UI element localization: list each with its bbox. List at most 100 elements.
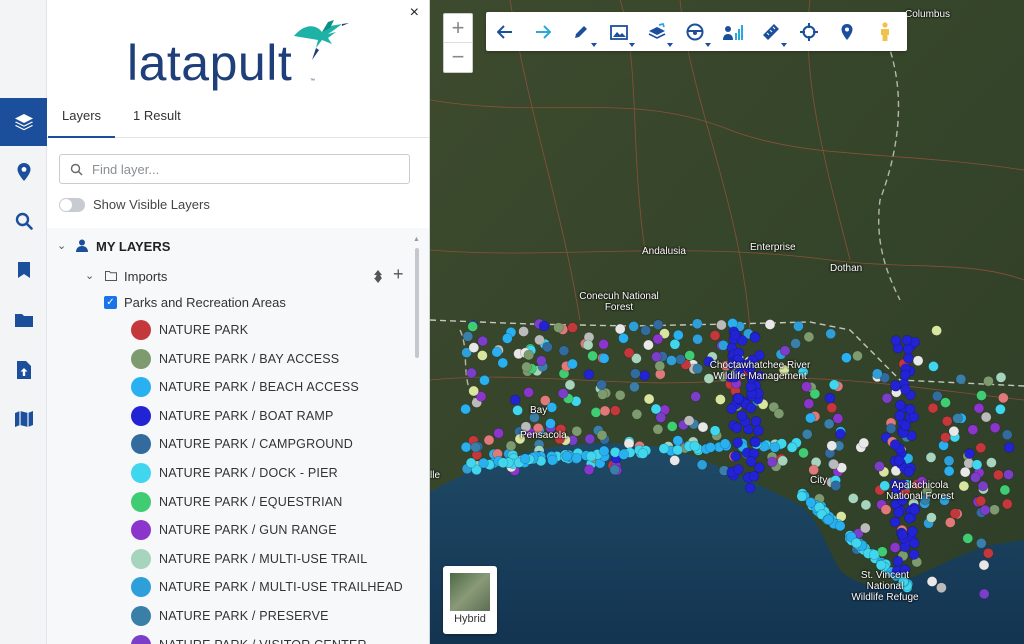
poi-marker[interactable] (651, 351, 662, 363)
poi-marker[interactable] (652, 333, 664, 345)
poi-marker[interactable] (478, 457, 489, 469)
poi-marker[interactable] (975, 537, 987, 549)
poi-marker[interactable] (948, 425, 960, 437)
poi-marker[interactable] (652, 319, 664, 331)
poi-marker[interactable] (992, 469, 1004, 481)
poi-marker[interactable] (744, 482, 756, 494)
poi-marker[interactable] (709, 330, 721, 341)
poi-marker[interactable] (585, 450, 597, 462)
poi-marker[interactable] (828, 458, 840, 470)
poi-marker[interactable] (583, 464, 595, 476)
poi-marker[interactable] (596, 429, 608, 441)
poi-marker[interactable] (696, 459, 708, 471)
poi-marker[interactable] (587, 350, 598, 362)
poi-marker[interactable] (769, 441, 781, 453)
layers-tool-button[interactable] (643, 19, 673, 47)
poi-marker[interactable] (462, 331, 474, 342)
poi-marker[interactable] (754, 462, 765, 474)
poi-marker[interactable] (658, 443, 670, 454)
poi-marker[interactable] (536, 355, 547, 367)
poi-marker[interactable] (796, 490, 808, 502)
poi-marker[interactable] (803, 398, 815, 410)
poi-marker[interactable] (623, 438, 635, 449)
poi-marker[interactable] (828, 379, 840, 391)
poi-marker[interactable] (497, 357, 509, 369)
poi-marker[interactable] (926, 512, 937, 523)
poi-marker[interactable] (716, 319, 727, 331)
drive-button[interactable] (681, 19, 711, 47)
poi-marker[interactable] (975, 442, 987, 454)
poi-marker[interactable] (793, 320, 804, 332)
poi-marker[interactable] (509, 394, 521, 406)
poi-marker[interactable] (858, 437, 870, 449)
add-icon[interactable]: + (393, 264, 404, 285)
poi-marker[interactable] (666, 421, 678, 432)
poi-marker[interactable] (705, 442, 716, 453)
poi-marker[interactable] (672, 435, 684, 446)
nav-search[interactable] (0, 197, 47, 245)
poi-marker[interactable] (692, 363, 704, 375)
poi-marker[interactable] (982, 547, 994, 559)
poi-marker[interactable] (571, 452, 583, 464)
nav-location[interactable] (0, 148, 47, 196)
poi-marker[interactable] (558, 345, 570, 357)
draw-button[interactable] (567, 19, 597, 47)
poi-marker[interactable] (989, 422, 1001, 434)
poi-marker[interactable] (726, 403, 738, 415)
poi-marker[interactable] (943, 455, 955, 467)
imports-folder-row[interactable]: ⌄ Imports ▲ + (47, 264, 417, 290)
poi-marker[interactable] (753, 425, 764, 437)
poi-marker[interactable] (567, 322, 578, 333)
poi-marker[interactable] (889, 439, 901, 450)
poi-marker[interactable] (997, 392, 1009, 404)
poi-marker[interactable] (931, 390, 943, 402)
poi-marker[interactable] (736, 410, 748, 422)
poi-marker[interactable] (557, 388, 569, 399)
poi-marker[interactable] (547, 454, 558, 466)
poi-marker[interactable] (553, 322, 564, 333)
poi-marker[interactable] (830, 480, 842, 492)
poi-marker[interactable] (773, 408, 785, 419)
poi-marker[interactable] (709, 425, 721, 437)
poi-marker[interactable] (868, 549, 880, 560)
poi-marker[interactable] (847, 493, 859, 504)
poi-marker[interactable] (519, 453, 531, 465)
poi-marker[interactable] (719, 438, 731, 450)
poi-marker[interactable] (978, 559, 990, 571)
poi-marker[interactable] (609, 464, 620, 476)
nav-upload[interactable] (0, 346, 47, 394)
poi-marker[interactable] (962, 533, 974, 544)
poi-marker[interactable] (912, 355, 924, 367)
poi-marker[interactable] (808, 464, 820, 476)
poi-marker[interactable] (731, 422, 743, 434)
poi-marker[interactable] (779, 345, 791, 357)
poi-marker[interactable] (1001, 429, 1013, 441)
my-layers-row[interactable]: ⌄ MY LAYERS (47, 228, 429, 264)
poi-marker[interactable] (631, 408, 643, 420)
nav-layers[interactable] (0, 98, 47, 146)
measure-button[interactable] (757, 19, 787, 47)
poi-marker[interactable] (745, 456, 757, 467)
poi-marker[interactable] (733, 464, 744, 475)
tree-scrollbar[interactable] (415, 248, 419, 358)
poi-marker[interactable] (943, 465, 955, 477)
nav-folder[interactable] (0, 296, 47, 344)
poi-marker[interactable] (666, 355, 677, 366)
poi-marker[interactable] (750, 436, 761, 448)
poi-marker[interactable] (542, 341, 553, 353)
poi-marker[interactable] (885, 423, 897, 434)
poi-marker[interactable] (654, 360, 666, 372)
poi-marker[interactable] (978, 588, 990, 600)
poi-marker[interactable] (684, 350, 696, 361)
poi-marker[interactable] (692, 333, 703, 345)
poi-marker[interactable] (643, 339, 654, 351)
poi-marker[interactable] (610, 405, 621, 416)
poi-marker[interactable] (1003, 442, 1015, 453)
poi-marker[interactable] (598, 338, 609, 350)
poi-marker[interactable] (749, 332, 761, 343)
poi-marker[interactable] (669, 455, 680, 466)
poi-marker[interactable] (584, 433, 596, 445)
locate-button[interactable] (795, 19, 823, 45)
poi-marker[interactable] (465, 457, 477, 469)
poi-marker[interactable] (468, 342, 480, 353)
